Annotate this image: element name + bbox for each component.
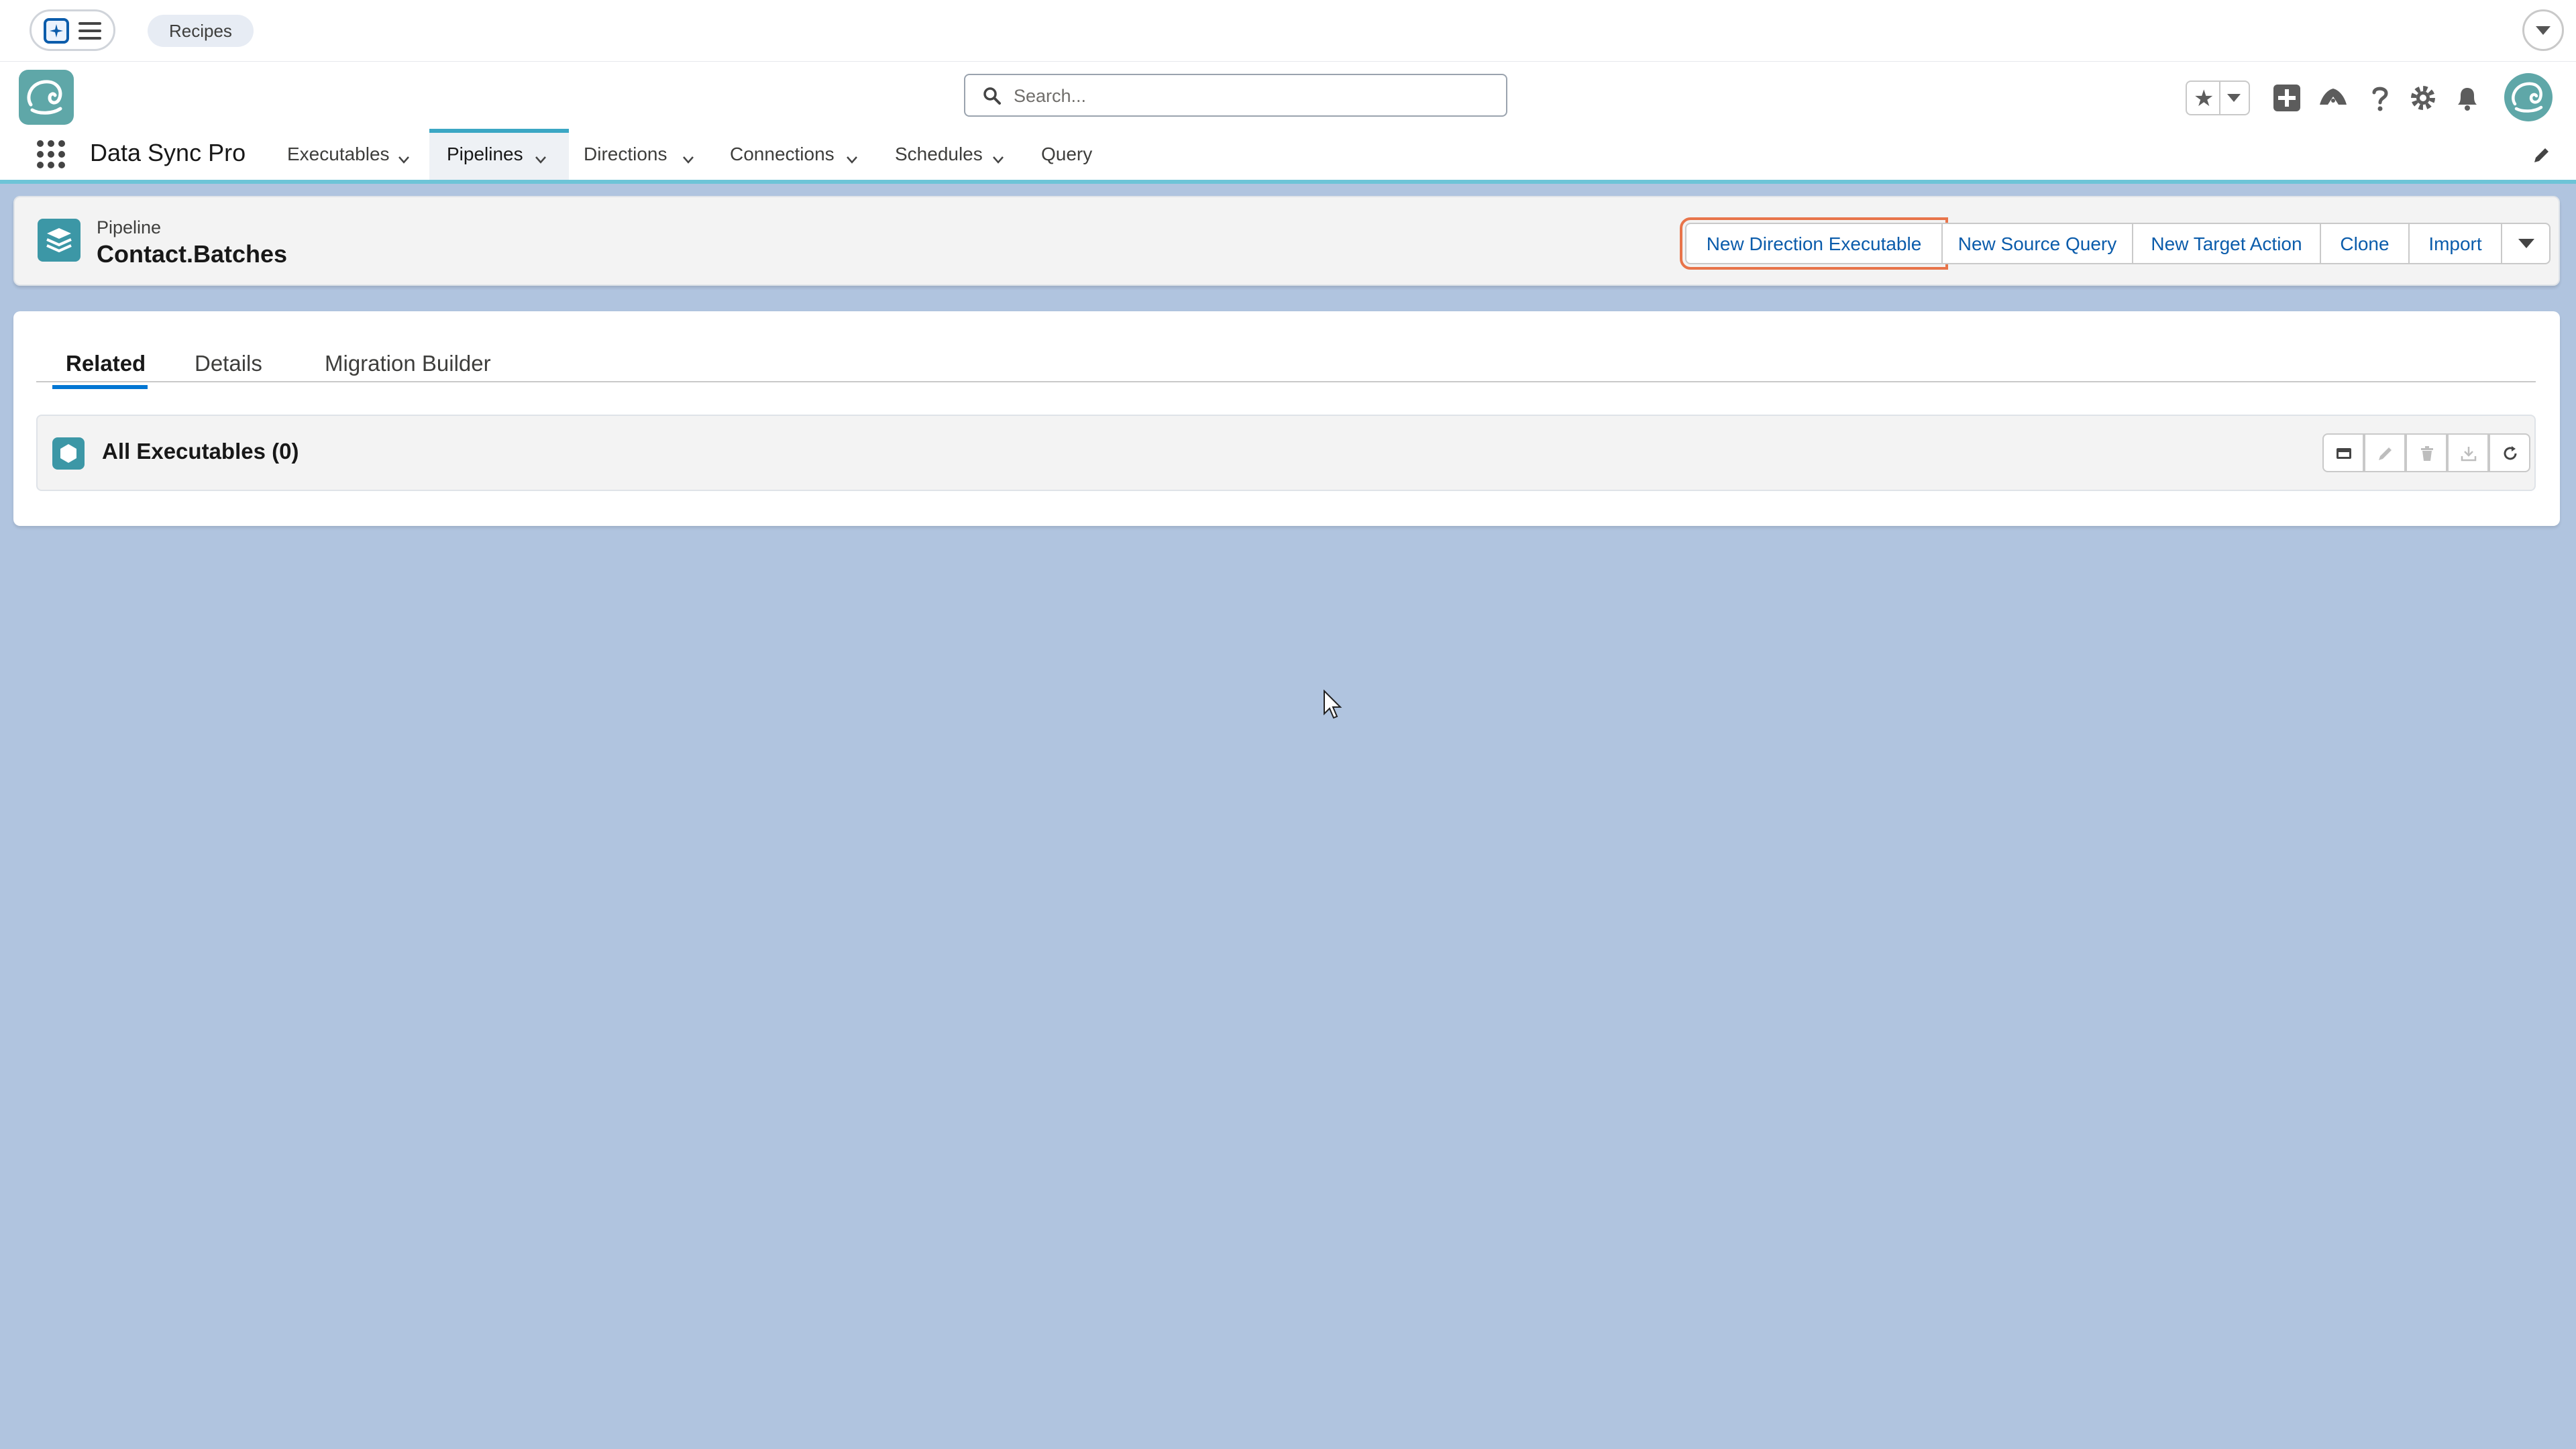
favorites-button-group[interactable]: ★ <box>2186 80 2250 115</box>
new-direction-executable-button[interactable]: New Direction Executable <box>1680 217 1948 270</box>
agent-sparkle-icon[interactable] <box>44 18 69 44</box>
nav-item-label: Pipelines <box>447 144 523 164</box>
related-list-title[interactable]: All Executables (0) <box>102 439 299 464</box>
app-navigation-bar: Data Sync Pro Executables Pipelines Dire… <box>0 129 2576 184</box>
agent-menu-toggle[interactable] <box>30 9 115 51</box>
display-icon[interactable] <box>2322 433 2364 472</box>
chevron-down-icon[interactable] <box>845 153 859 166</box>
chevron-down-icon[interactable] <box>991 153 1005 166</box>
mouse-cursor-icon <box>1324 690 1342 719</box>
executable-hexagon-icon <box>52 437 85 470</box>
edit-icon[interactable] <box>2364 433 2406 472</box>
chevron-down-icon <box>2518 239 2534 248</box>
global-header: ★ <box>0 62 2576 129</box>
clone-button[interactable]: Clone <box>2320 223 2410 264</box>
nav-item-connections[interactable]: Connections <box>730 129 835 180</box>
nav-item-query[interactable]: Query <box>1041 129 1092 180</box>
recipes-chip[interactable]: Recipes <box>148 15 254 47</box>
nav-item-directions[interactable]: Directions <box>584 129 667 180</box>
top-dropdown-button[interactable] <box>2522 9 2564 51</box>
import-button[interactable]: Import <box>2408 223 2502 264</box>
global-search[interactable] <box>964 74 1507 117</box>
utility-bar: Recipes <box>0 0 2576 62</box>
chevron-down-icon[interactable] <box>682 153 695 166</box>
record-title: Contact.Batches <box>97 240 288 268</box>
tab-divider <box>36 381 2536 382</box>
chevron-down-icon[interactable] <box>534 153 547 166</box>
delete-icon[interactable] <box>2406 433 2447 472</box>
chevron-down-icon[interactable] <box>397 153 411 166</box>
user-avatar[interactable] <box>2504 73 2553 121</box>
notifications-bell-icon[interactable] <box>2451 82 2483 114</box>
app-name: Data Sync Pro <box>90 139 246 166</box>
nav-item-label: Schedules <box>895 144 983 164</box>
hamburger-menu-icon[interactable] <box>78 22 101 44</box>
record-highlights-panel: Pipeline Contact.Batches New Direction E… <box>13 196 2560 286</box>
pipeline-stack-icon <box>38 219 80 262</box>
related-list-all-executables: All Executables (0) <box>36 415 2536 491</box>
favorites-star-icon[interactable]: ★ <box>2194 86 2214 111</box>
help-icon[interactable] <box>2364 82 2396 114</box>
divider <box>2219 82 2220 114</box>
record-object-type: Pipeline <box>97 217 162 237</box>
record-detail-card: Related Details Migration Builder All Ex… <box>13 311 2560 526</box>
org-logo[interactable] <box>19 70 74 125</box>
nav-item-label: Query <box>1041 144 1093 164</box>
refresh-icon[interactable] <box>2489 433 2530 472</box>
favorites-menu-chevron-icon[interactable] <box>2227 94 2241 102</box>
edit-nav-pencil-icon[interactable] <box>2532 145 2552 165</box>
nav-item-label: Directions <box>584 144 667 164</box>
app-launcher-waffle-icon[interactable] <box>35 138 67 170</box>
nav-item-schedules[interactable]: Schedules <box>895 129 983 180</box>
setup-gear-icon[interactable] <box>2407 82 2439 114</box>
download-icon[interactable] <box>2447 433 2489 472</box>
new-target-action-button[interactable]: New Target Action <box>2132 223 2321 264</box>
global-add-icon[interactable] <box>2271 82 2303 114</box>
more-actions-button[interactable] <box>2501 223 2551 264</box>
search-icon <box>983 87 1001 105</box>
new-source-query-button[interactable]: New Source Query <box>1941 223 2133 264</box>
nav-item-pipelines[interactable]: Pipelines <box>429 129 569 180</box>
nav-item-executables[interactable]: Executables <box>287 129 390 180</box>
nav-item-label: Connections <box>730 144 835 164</box>
trailhead-icon[interactable] <box>2317 82 2349 114</box>
nav-item-label: Executables <box>287 144 390 164</box>
search-input[interactable] <box>1012 75 1498 117</box>
